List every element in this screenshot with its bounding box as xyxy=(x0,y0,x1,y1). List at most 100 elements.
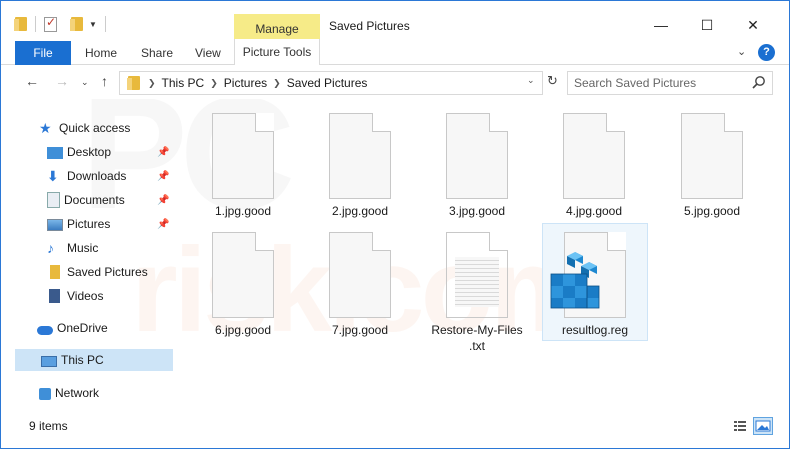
tab-home[interactable]: Home xyxy=(85,41,117,65)
forward-arrow-icon[interactable]: → xyxy=(55,73,69,89)
ribbon-tabs: File Home Share View Picture Tools ⌄ ? xyxy=(1,39,789,65)
refresh-icon[interactable]: ↻ xyxy=(547,73,558,89)
file-icon xyxy=(212,113,274,199)
tab-view[interactable]: View xyxy=(195,41,221,65)
properties-icon[interactable] xyxy=(44,15,57,32)
text-file-icon xyxy=(446,232,508,318)
breadcrumb-this-pc[interactable]: This PC xyxy=(162,76,205,90)
file-item[interactable]: 4.jpg.good xyxy=(544,101,644,219)
sidebar-item-network[interactable]: Network xyxy=(39,382,173,404)
sidebar-item-label: Downloads xyxy=(67,169,127,183)
title-bar: ▼ Manage Saved Pictures — ☐ ✕ xyxy=(1,1,789,42)
file-icon xyxy=(329,113,391,199)
file-name: 1.jpg.good xyxy=(214,204,272,218)
folder-icon xyxy=(50,265,60,279)
folder-icon[interactable] xyxy=(14,17,27,31)
back-arrow-icon[interactable]: ← xyxy=(25,73,39,89)
item-count: 9 items xyxy=(29,419,68,433)
download-icon: ⬇ xyxy=(47,168,59,184)
sidebar-item-this-pc[interactable]: This PC xyxy=(15,349,173,371)
tab-picture-tools[interactable]: Picture Tools xyxy=(234,39,320,65)
address-dropdown-icon[interactable]: ⌄ xyxy=(527,75,535,86)
file-item[interactable]: 5.jpg.good xyxy=(662,101,762,219)
star-icon: ★ xyxy=(39,120,52,136)
pictures-icon xyxy=(47,219,63,231)
sidebar-item-label: Documents xyxy=(64,193,125,207)
file-item[interactable]: 6.jpg.good xyxy=(193,220,293,338)
file-icon xyxy=(329,232,391,318)
breadcrumb-separator-icon[interactable]: ❯ xyxy=(148,78,156,89)
up-arrow-icon[interactable]: ↑ xyxy=(101,73,108,89)
qat-separator xyxy=(35,16,36,32)
explorer-window: PC risk.com ▼ Manage Saved Pictures — ☐ … xyxy=(0,0,790,449)
sidebar-item-music[interactable]: ♪ Music xyxy=(47,237,173,259)
sidebar-item-desktop[interactable]: Desktop 📌 xyxy=(47,141,173,163)
pin-icon[interactable]: 📌 xyxy=(157,171,169,182)
tab-manage[interactable]: Manage xyxy=(234,14,320,42)
file-icon xyxy=(681,113,743,199)
file-item-selected[interactable]: resultlog.reg xyxy=(542,223,648,341)
qat-separator-2 xyxy=(104,16,106,32)
cloud-icon xyxy=(37,325,53,335)
file-name: 4.jpg.good xyxy=(565,204,623,218)
sidebar-item-label: Desktop xyxy=(67,145,112,159)
pin-icon[interactable]: 📌 xyxy=(157,219,169,230)
sidebar-item-saved-pictures[interactable]: Saved Pictures xyxy=(47,261,173,283)
file-name: 3.jpg.good xyxy=(448,204,506,218)
sidebar-item-onedrive[interactable]: OneDrive xyxy=(37,317,173,339)
search-input[interactable]: Search Saved Pictures xyxy=(567,71,773,95)
window-title: Saved Pictures xyxy=(329,19,410,33)
videos-icon xyxy=(49,289,60,303)
breadcrumb-pictures[interactable]: Pictures xyxy=(224,76,267,90)
file-name-line2: .txt xyxy=(468,339,485,353)
minimize-button[interactable]: — xyxy=(651,15,671,35)
details-view-icon xyxy=(734,421,746,431)
close-button[interactable]: ✕ xyxy=(743,15,763,35)
registry-cubes-icon xyxy=(550,252,600,309)
file-item[interactable]: 3.jpg.good xyxy=(427,101,527,219)
desktop-icon xyxy=(47,147,63,159)
maximize-button[interactable]: ☐ xyxy=(697,15,717,35)
sidebar-item-documents[interactable]: Documents 📌 xyxy=(47,189,173,211)
file-name-line1: Restore-My-Files xyxy=(431,323,523,337)
network-icon xyxy=(39,388,51,400)
file-item[interactable]: 7.jpg.good xyxy=(310,220,410,338)
large-icons-view-button[interactable] xyxy=(753,417,773,435)
pin-icon[interactable]: 📌 xyxy=(157,147,169,158)
breadcrumb-separator-icon[interactable]: ❯ xyxy=(210,78,218,89)
sidebar-item-label: Quick access xyxy=(59,121,131,135)
file-icon xyxy=(563,113,625,199)
address-bar[interactable]: ❯ This PC ❯ Pictures ❯ Saved Pictures xyxy=(119,71,543,95)
file-icon xyxy=(212,232,274,318)
search-icon[interactable] xyxy=(752,75,766,89)
sidebar-item-pictures[interactable]: Pictures 📌 xyxy=(47,213,173,235)
sidebar-item-label: Saved Pictures xyxy=(67,265,148,279)
navigation-pane: ★ Quick access Desktop 📌 ⬇ Downloads 📌 D… xyxy=(15,109,173,409)
status-bar: 9 items xyxy=(1,413,789,437)
documents-icon xyxy=(47,192,60,208)
tab-file[interactable]: File xyxy=(15,41,71,65)
help-icon[interactable]: ? xyxy=(758,44,775,61)
details-view-button[interactable] xyxy=(730,417,750,435)
recent-locations-icon[interactable]: ⌄ xyxy=(81,77,89,88)
breadcrumb-saved-pictures[interactable]: Saved Pictures xyxy=(287,76,368,90)
tab-share[interactable]: Share xyxy=(141,41,173,65)
sidebar-item-quick-access[interactable]: ★ Quick access xyxy=(39,117,173,139)
chevron-down-icon[interactable]: ⌄ xyxy=(737,45,746,58)
sidebar-item-videos[interactable]: Videos xyxy=(47,285,173,307)
folder-icon xyxy=(127,76,140,90)
pin-icon[interactable]: 📌 xyxy=(157,195,169,206)
music-icon: ♪ xyxy=(47,240,54,256)
file-name: resultlog.reg xyxy=(561,323,629,337)
file-item[interactable]: 2.jpg.good xyxy=(310,101,410,219)
file-list: 1.jpg.good 2.jpg.good 3.jpg.good 4.jpg.g… xyxy=(181,101,781,411)
new-folder-icon[interactable] xyxy=(70,17,83,31)
sidebar-item-downloads[interactable]: ⬇ Downloads 📌 xyxy=(47,165,173,187)
navigation-bar: ← → ⌄ ↑ ❯ This PC ❯ Pictures ❯ Saved Pic… xyxy=(1,67,789,99)
sidebar-item-label: This PC xyxy=(61,353,104,367)
file-item[interactable]: 1.jpg.good xyxy=(193,101,293,219)
file-name: 5.jpg.good xyxy=(683,204,741,218)
breadcrumb-separator-icon[interactable]: ❯ xyxy=(273,78,281,89)
file-item[interactable]: Restore-My-Files .txt xyxy=(427,220,527,354)
qat-dropdown-icon[interactable]: ▼ xyxy=(89,20,97,29)
